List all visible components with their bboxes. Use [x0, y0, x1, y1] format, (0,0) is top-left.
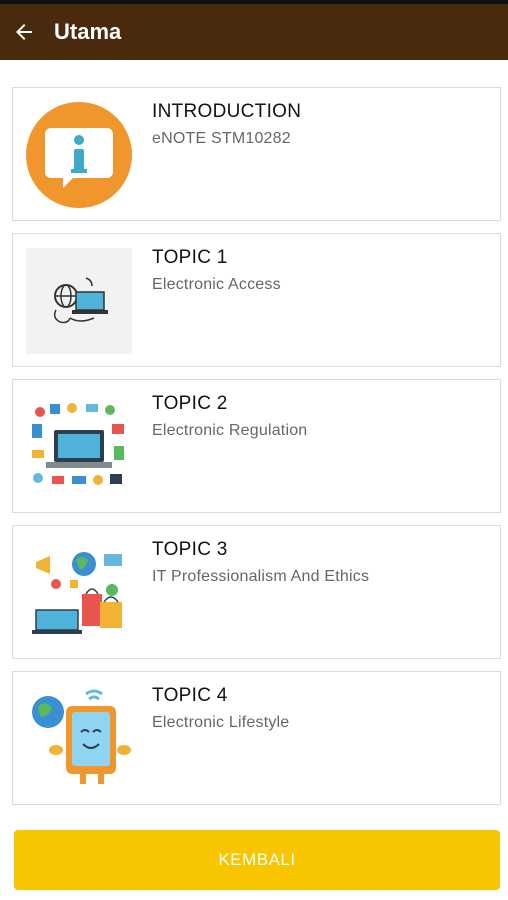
- list-item-topic-2[interactable]: TOPIC 2 Electronic Regulation: [12, 379, 501, 513]
- item-subtitle: Electronic Access: [152, 276, 281, 293]
- page-title: Utama: [54, 19, 122, 44]
- info-speech-bubble-icon: [26, 102, 132, 208]
- list-item-topic-4[interactable]: TOPIC 4 Electronic Lifestyle: [12, 671, 501, 805]
- item-subtitle: eNOTE STM10282: [152, 130, 291, 147]
- kembali-button[interactable]: KEMBALI: [14, 830, 500, 890]
- list-item-topic-3[interactable]: TOPIC 3 IT Professionalism And Ethics: [12, 525, 501, 659]
- item-title: TOPIC 2: [152, 393, 228, 414]
- laptop-devices-illustration: [32, 403, 124, 485]
- back-button[interactable]: [2, 10, 46, 54]
- ecommerce-illustration: [32, 552, 122, 634]
- list-item-introduction[interactable]: INTRODUCTION eNOTE STM10282: [12, 87, 501, 221]
- item-title: TOPIC 3: [152, 539, 228, 560]
- item-title: INTRODUCTION: [152, 101, 302, 122]
- item-subtitle: Electronic Lifestyle: [152, 714, 290, 731]
- arrow-left-icon: [16, 24, 32, 40]
- item-title: TOPIC 1: [152, 247, 228, 268]
- smiling-tablet-illustration: [32, 689, 131, 784]
- electronic-access-illustration: [26, 248, 132, 354]
- item-subtitle: Electronic Regulation: [152, 422, 308, 439]
- app-bar: Utama: [0, 0, 508, 60]
- item-title: TOPIC 4: [152, 685, 228, 706]
- item-subtitle: IT Professionalism And Ethics: [152, 568, 370, 585]
- list-item-topic-1[interactable]: TOPIC 1 Electronic Access: [12, 233, 501, 367]
